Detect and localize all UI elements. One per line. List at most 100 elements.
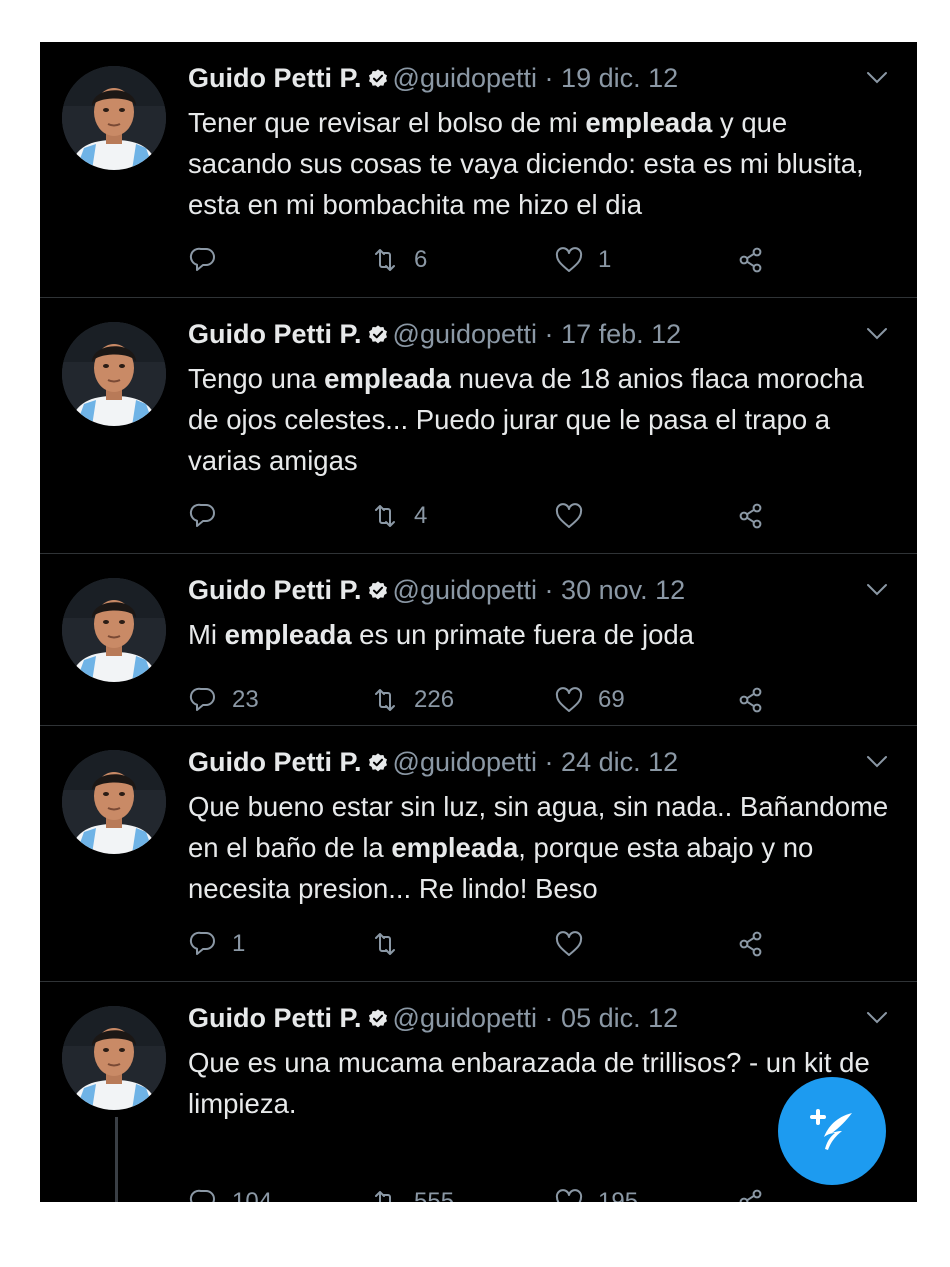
tweet-date[interactable]: 24 dic. 12	[561, 747, 678, 777]
share-icon	[739, 687, 762, 713]
verified-badge-icon	[367, 319, 389, 344]
tweet-text: Tengo una empleada nueva de 18 anios fla…	[188, 358, 898, 481]
heart-icon	[555, 687, 583, 712]
tweet-actions: 1	[188, 924, 878, 964]
reply-icon	[189, 503, 215, 527]
avatar[interactable]	[62, 750, 166, 854]
tweet-text-segment: es un primate fuera de joda	[351, 619, 694, 650]
chevron-down-icon[interactable]	[865, 1010, 889, 1026]
avatar[interactable]	[62, 66, 166, 170]
retweet-count: 555	[414, 1188, 455, 1202]
separator-dot: ·	[537, 63, 562, 93]
reply-icon	[189, 247, 215, 271]
retweet-button[interactable]	[370, 924, 414, 964]
highlighted-word: empleada	[585, 107, 713, 138]
tweet-date[interactable]: 19 dic. 12	[561, 63, 678, 93]
user-handle[interactable]: @guidopetti	[393, 319, 538, 349]
reply-count: 104	[232, 1188, 273, 1202]
tweet-text: Tener que revisar el bolso de mi emplead…	[188, 102, 898, 225]
share-button[interactable]	[736, 496, 766, 536]
heart-icon	[555, 247, 583, 272]
user-handle[interactable]: @guidopetti	[393, 1003, 538, 1033]
tweet-actions: 23 226 69	[188, 680, 878, 720]
reply-count: 1	[232, 930, 246, 957]
compose-tweet-button[interactable]	[778, 1077, 886, 1185]
verified-badge-icon	[367, 1003, 389, 1028]
retweet-count: 4	[414, 502, 428, 529]
display-name[interactable]: Guido Petti P.	[188, 319, 362, 349]
display-name[interactable]: Guido Petti P.	[188, 747, 362, 777]
display-name[interactable]: Guido Petti P.	[188, 575, 362, 605]
verified-badge-icon	[367, 575, 389, 600]
chevron-down-icon[interactable]	[865, 70, 889, 86]
like-button[interactable]	[554, 496, 598, 536]
tweet[interactable]: Guido Petti P. @guidopetti · 30 nov. 12 M…	[40, 554, 917, 726]
avatar[interactable]	[62, 578, 166, 682]
highlighted-word: empleada	[224, 619, 352, 650]
share-icon	[739, 247, 762, 273]
user-handle[interactable]: @guidopetti	[393, 747, 538, 777]
share-button[interactable]	[736, 680, 766, 720]
highlighted-word: empleada	[391, 832, 519, 863]
reply-icon	[189, 1189, 215, 1202]
tweet-text: Que bueno estar sin luz, sin agua, sin n…	[188, 786, 898, 909]
tweet[interactable]: Guido Petti P. @guidopetti · 05 dic. 12 Q…	[40, 982, 917, 1202]
tweet[interactable]: Guido Petti P. @guidopetti · 24 dic. 12 Q…	[40, 726, 917, 982]
separator-dot: ·	[537, 319, 562, 349]
like-button[interactable]: 1	[554, 240, 611, 280]
compose-tweet-icon	[810, 1109, 852, 1150]
reply-button[interactable]: 1	[188, 924, 245, 964]
user-handle[interactable]: @guidopetti	[393, 63, 538, 93]
tweet-header: Guido Petti P. @guidopetti · 30 nov. 12	[188, 572, 685, 608]
chevron-down-icon[interactable]	[865, 754, 889, 770]
heart-icon	[555, 1189, 583, 1202]
tweet-text-segment: Que es una mucama enbarazada de trilliso…	[188, 1047, 870, 1119]
display-name[interactable]: Guido Petti P.	[188, 1003, 362, 1033]
retweet-button[interactable]: 555	[370, 1182, 454, 1202]
chevron-down-icon[interactable]	[865, 326, 889, 342]
reply-button[interactable]: 23	[188, 680, 259, 720]
highlighted-word: empleada	[324, 363, 451, 394]
retweet-button[interactable]: 4	[370, 496, 427, 536]
chevron-down-icon[interactable]	[865, 582, 889, 598]
user-handle[interactable]: @guidopetti	[393, 575, 538, 605]
verified-badge-icon	[367, 63, 389, 88]
retweet-button[interactable]: 6	[370, 240, 427, 280]
like-button[interactable]: 195	[554, 1182, 638, 1202]
tweet-date[interactable]: 05 dic. 12	[561, 1003, 678, 1033]
reply-icon	[189, 687, 215, 711]
tweet-actions: 61	[188, 240, 878, 280]
tweet[interactable]: Guido Petti P. @guidopetti · 17 feb. 12 T…	[40, 298, 917, 554]
like-button[interactable]	[554, 924, 598, 964]
avatar[interactable]	[62, 322, 166, 426]
heart-icon	[555, 503, 583, 528]
like-count: 195	[598, 1188, 639, 1202]
reply-icon	[189, 931, 215, 955]
retweet-icon	[375, 933, 395, 955]
reply-button[interactable]	[188, 240, 232, 280]
retweet-icon	[375, 249, 395, 271]
tweet-text-segment: Tengo una	[188, 363, 325, 394]
reply-button[interactable]: 104	[188, 1182, 272, 1202]
tweet-header: Guido Petti P. @guidopetti · 17 feb. 12	[188, 316, 681, 352]
display-name[interactable]: Guido Petti P.	[188, 63, 362, 93]
reply-button[interactable]	[188, 496, 232, 536]
tweet[interactable]: Guido Petti P. @guidopetti · 19 dic. 12 T…	[40, 42, 917, 298]
avatar[interactable]	[62, 1006, 166, 1110]
tweet-date[interactable]: 30 nov. 12	[561, 575, 685, 605]
share-button[interactable]	[736, 924, 766, 964]
reply-count: 23	[232, 686, 259, 713]
retweet-count: 226	[414, 686, 455, 713]
retweet-button[interactable]: 226	[370, 680, 454, 720]
share-button[interactable]	[736, 240, 766, 280]
verified-badge-icon	[367, 747, 389, 772]
like-button[interactable]: 69	[554, 680, 625, 720]
tweet-actions: 104 555 195	[188, 1182, 878, 1202]
timeline-feed: Guido Petti P. @guidopetti · 19 dic. 12 T…	[40, 42, 917, 1202]
tweet-text: Mi empleada es un primate fuera de joda	[188, 614, 898, 655]
tweet-header: Guido Petti P. @guidopetti · 24 dic. 12	[188, 744, 678, 780]
share-icon	[739, 931, 762, 957]
separator-dot: ·	[537, 1003, 562, 1033]
share-button[interactable]	[736, 1182, 766, 1202]
tweet-date[interactable]: 17 feb. 12	[561, 319, 681, 349]
